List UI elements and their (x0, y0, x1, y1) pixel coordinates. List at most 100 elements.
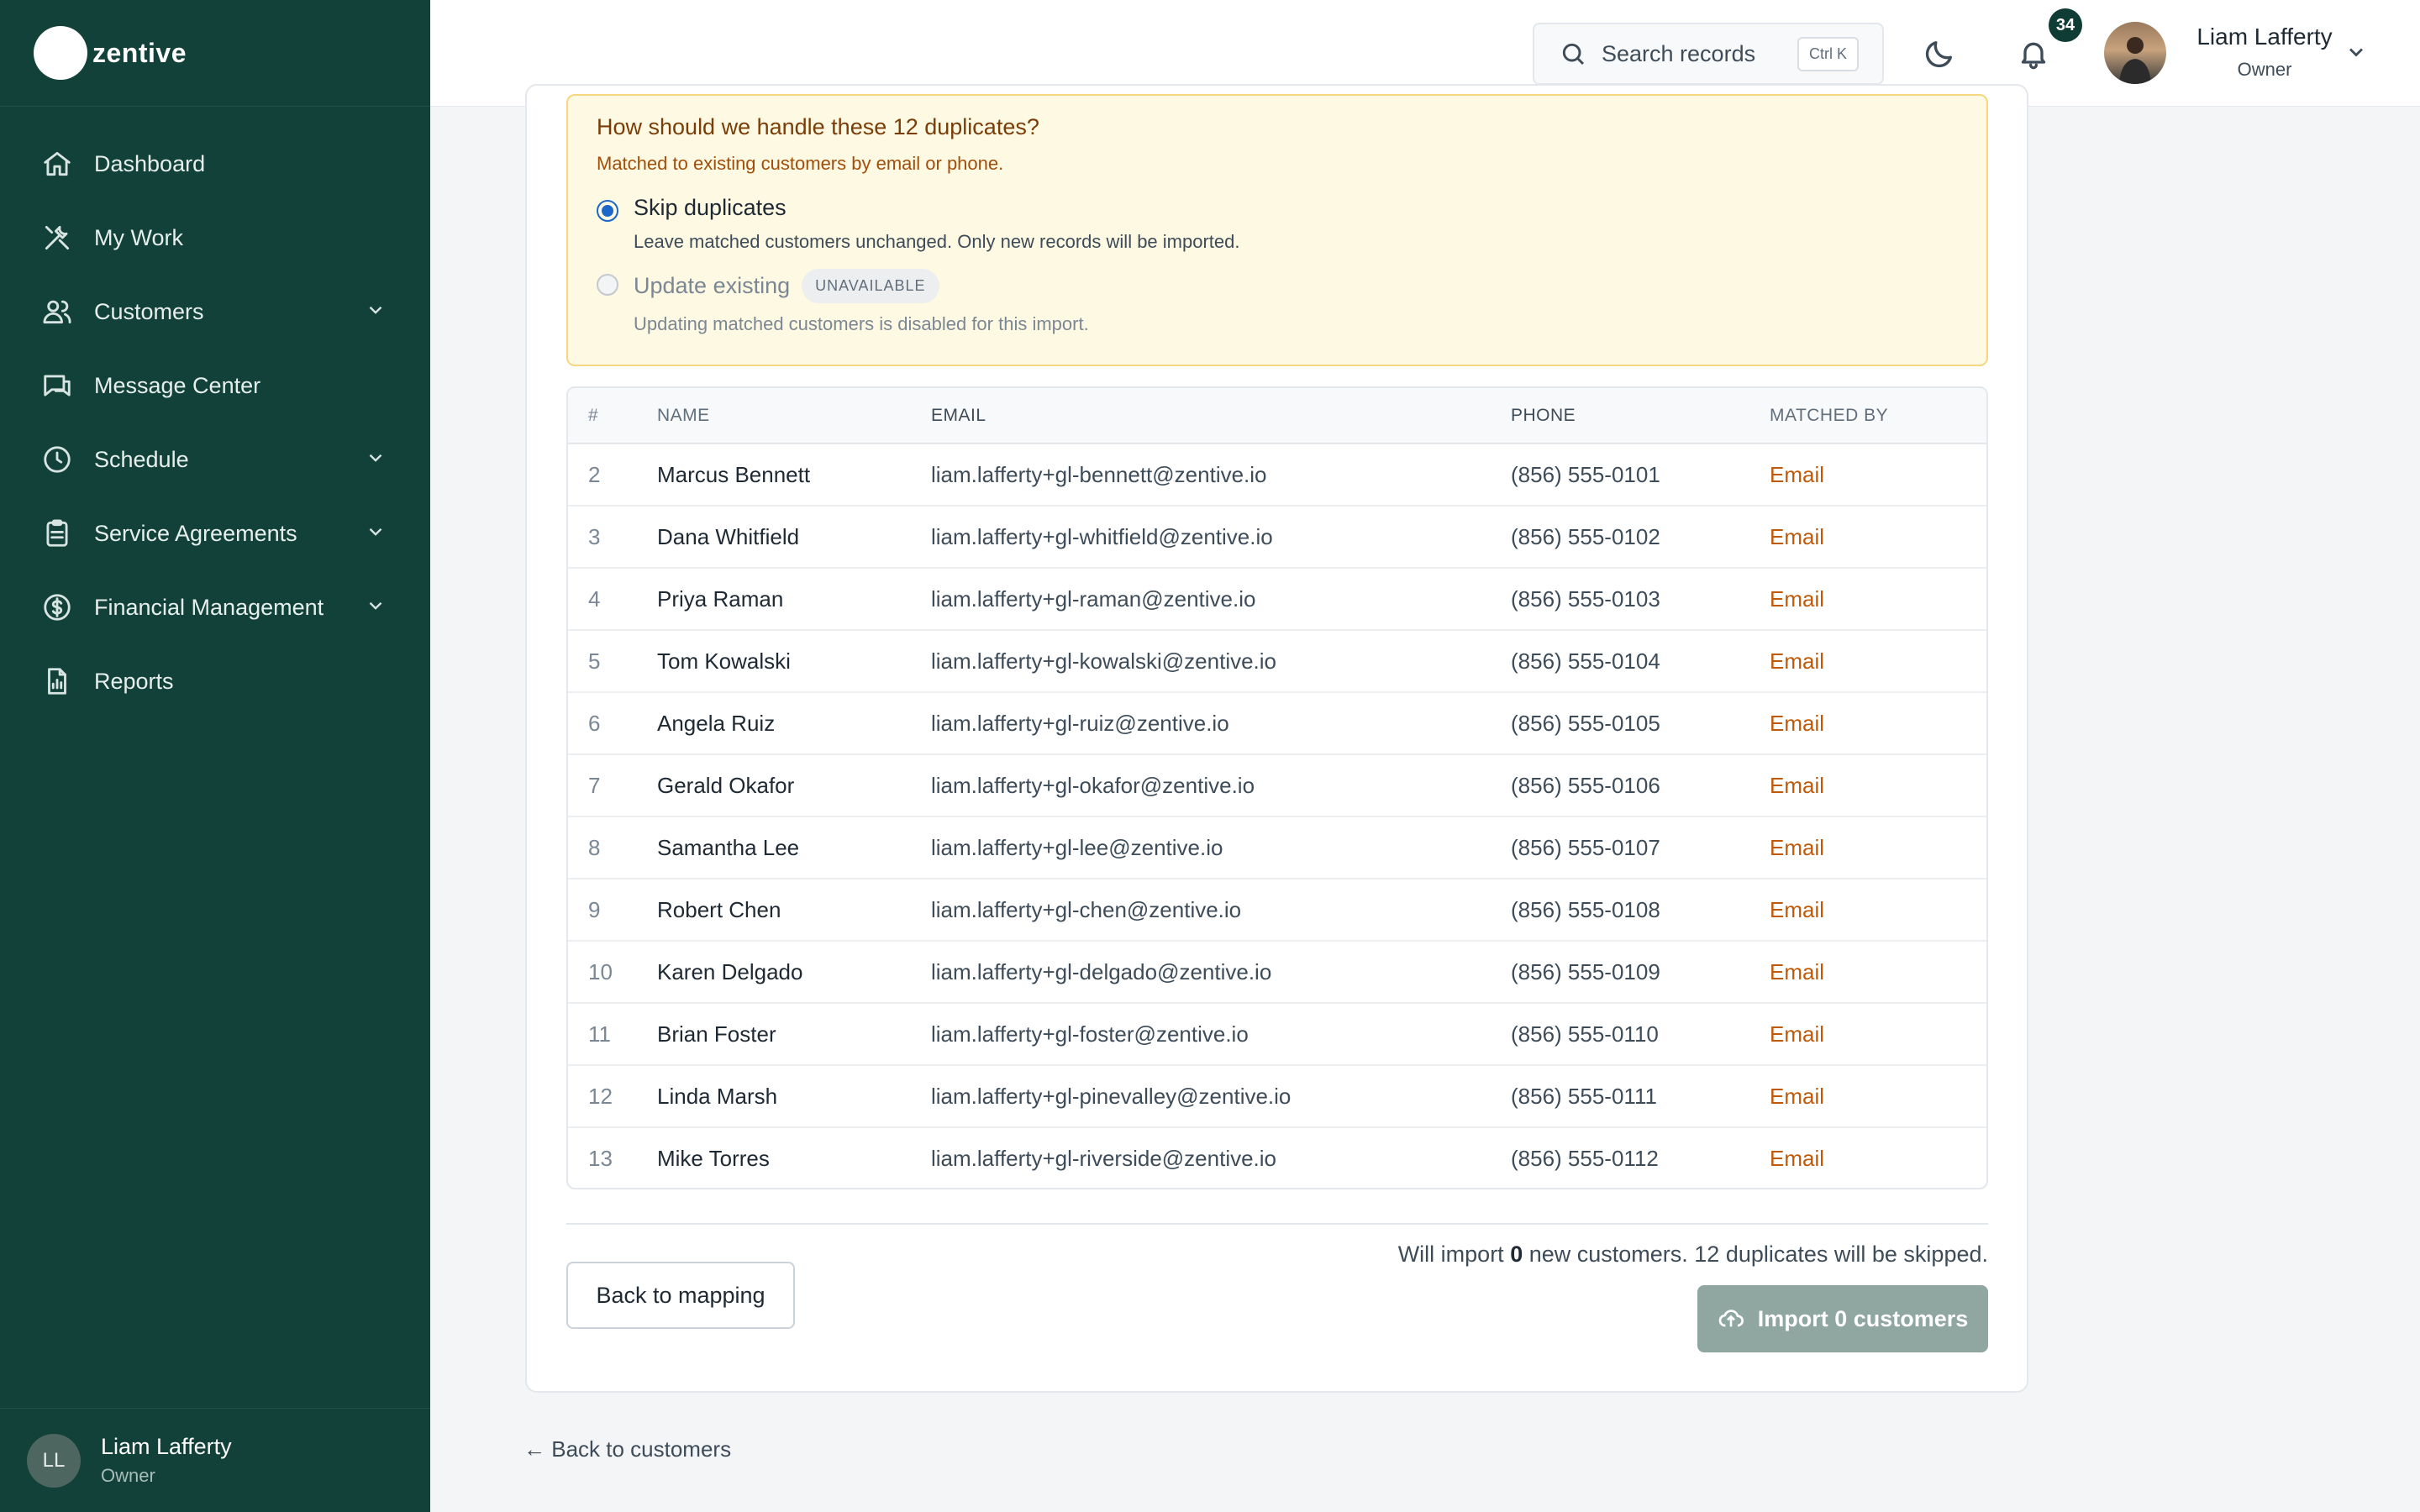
sidebar-item-label: Customers (94, 298, 204, 324)
sidebar: zentive Dashboard My Work Customers Message… (0, 0, 430, 1512)
row-name: Dana Whitfield (657, 523, 800, 549)
row-matched-by: Email (1770, 896, 1825, 922)
option-skip-duplicates[interactable]: Skip duplicates Leave matched customers … (597, 195, 1239, 253)
row-email: liam.lafferty+gl-ruiz@zentive.io (931, 710, 1229, 736)
table-row: 5 Tom Kowalski liam.lafferty+gl-kowalski@z… (568, 630, 1986, 692)
summary-count: 0 (1510, 1242, 1523, 1267)
row-matched-by: Email (1770, 1083, 1825, 1109)
dark-mode-toggle[interactable] (1919, 34, 1960, 74)
row-phone: (856) 555-0104 (1511, 648, 1660, 674)
duplicates-title: How should we handle these 12 duplicates… (597, 114, 1039, 139)
row-email: liam.lafferty+gl-raman@zentive.io (931, 585, 1256, 612)
row-phone: (856) 555-0101 (1511, 461, 1660, 487)
table-row: 13 Mike Torres liam.lafferty+gl-riverside@… (568, 1127, 1986, 1188)
table-row: 6 Angela Ruiz liam.lafferty+gl-ruiz@zentiv… (568, 692, 1986, 754)
duplicates-notice: How should we handle these 12 duplicates… (566, 94, 1988, 366)
row-number: 11 (588, 1021, 611, 1047)
users-icon (40, 295, 74, 328)
sidebar-item-label: My Work (94, 224, 183, 250)
topbar-user-name: Liam Lafferty (2196, 24, 2333, 50)
row-number: 2 (588, 461, 601, 487)
table-row: 11 Brian Foster liam.lafferty+gl-foster@ze… (568, 1003, 1986, 1065)
row-phone: (856) 555-0109 (1511, 958, 1660, 984)
row-email: liam.lafferty+gl-kowalski@zentive.io (931, 648, 1277, 674)
sidebar-item-dashboard[interactable]: Dashboard (0, 127, 430, 201)
radio-selected-dot (602, 205, 613, 217)
sidebar-item-financial-management[interactable]: Financial Management (0, 570, 430, 644)
user-initials-avatar: LL (27, 1433, 81, 1488)
row-number: 4 (588, 585, 601, 612)
search-box[interactable]: Search records Ctrl K (1533, 23, 1884, 85)
summary-prefix: Will import (1397, 1242, 1511, 1267)
sidebar-item-my-work[interactable]: My Work (0, 201, 430, 275)
option-update-existing: Update existing UNAVAILABLE Updating mat… (597, 269, 1089, 335)
row-email: liam.lafferty+gl-riverside@zentive.io (931, 1146, 1277, 1171)
user-avatar[interactable] (2104, 22, 2166, 84)
update-existing-radio (597, 274, 618, 296)
notifications-button[interactable] (2013, 34, 2054, 74)
unavailable-badge: UNAVAILABLE (802, 269, 939, 303)
sidebar-item-reports[interactable]: Reports (0, 644, 430, 718)
header-phone: PHONE (1511, 388, 1770, 444)
row-matched-by: Email (1770, 834, 1825, 860)
sidebar-nav: Dashboard My Work Customers Message Center S… (0, 107, 430, 718)
chevron-down-icon[interactable] (365, 299, 387, 325)
row-number: 10 (588, 958, 613, 984)
brand-logo[interactable]: zentive (0, 0, 430, 107)
table-row: 2 Marcus Bennett liam.lafferty+gl-bennett@… (568, 444, 1986, 506)
sidebar-user[interactable]: LL Liam Lafferty Owner (0, 1408, 430, 1512)
row-phone: (856) 555-0105 (1511, 710, 1660, 736)
row-number: 5 (588, 648, 601, 674)
duplicates-subtitle: Matched to existing customers by email o… (597, 153, 1004, 174)
row-phone: (856) 555-0111 (1511, 1083, 1657, 1109)
chevron-down-icon (2349, 48, 2363, 57)
sidebar-user-role: Owner (101, 1465, 155, 1486)
header-email: EMAIL (931, 388, 1511, 444)
sidebar-item-label: Dashboard (94, 150, 206, 176)
sidebar-item-message-center[interactable]: Message Center (0, 349, 430, 423)
row-phone: (856) 555-0110 (1511, 1021, 1659, 1047)
sidebar-item-label: Message Center (94, 372, 261, 398)
sidebar-item-service-agreements[interactable]: Service Agreements (0, 496, 430, 570)
search-placeholder: Search records (1602, 40, 1756, 66)
row-matched-by: Email (1770, 958, 1825, 984)
import-button-label: Import 0 customers (1757, 1305, 1969, 1331)
table-row: 8 Samantha Lee liam.lafferty+gl-lee@zentiv… (568, 816, 1986, 879)
summary-suffix: new customers. 12 duplicates will be ski… (1523, 1242, 1988, 1267)
sidebar-item-customers[interactable]: Customers (0, 275, 430, 349)
sidebar-item-label: Schedule (94, 446, 189, 472)
clock-icon (40, 443, 74, 476)
row-phone: (856) 555-0106 (1511, 772, 1660, 798)
row-name: Karen Delgado (657, 958, 803, 984)
import-customers-button[interactable]: Import 0 customers (1697, 1285, 1988, 1352)
sidebar-item-label: Reports (94, 668, 174, 694)
row-name: Mike Torres (657, 1146, 770, 1171)
row-email: liam.lafferty+gl-foster@zentive.io (931, 1021, 1249, 1047)
row-matched-by: Email (1770, 461, 1825, 487)
skip-duplicates-radio[interactable] (597, 200, 618, 222)
sidebar-user-name: Liam Lafferty (101, 1434, 232, 1459)
row-email: liam.lafferty+gl-chen@zentive.io (931, 896, 1242, 922)
dollar-icon (40, 591, 74, 624)
row-email: liam.lafferty+gl-okafor@zentive.io (931, 772, 1255, 798)
chevron-down-icon[interactable] (365, 595, 387, 621)
row-matched-by: Email (1770, 1021, 1825, 1047)
row-name: Robert Chen (657, 896, 781, 922)
user-menu-toggle[interactable] (2344, 40, 2368, 68)
user-menu[interactable]: Liam Lafferty Owner (2185, 24, 2344, 81)
row-name: Angela Ruiz (657, 710, 776, 736)
table-row: 9 Robert Chen liam.lafferty+gl-chen@zentiv… (568, 879, 1986, 941)
footer-divider (566, 1223, 1988, 1225)
chevron-down-icon[interactable] (365, 447, 387, 473)
table-row: 10 Karen Delgado liam.lafferty+gl-delgado@… (568, 941, 1986, 1003)
sidebar-item-schedule[interactable]: Schedule (0, 423, 430, 496)
moon-icon (1925, 41, 1952, 68)
tools-icon (40, 221, 74, 255)
row-matched-by: Email (1770, 710, 1825, 736)
chevron-down-icon[interactable] (365, 521, 387, 547)
back-to-mapping-button[interactable]: Back to mapping (566, 1262, 795, 1329)
back-to-customers-link[interactable]: ← Back to customers (523, 1436, 731, 1462)
row-matched-by: Email (1770, 523, 1825, 549)
row-number: 7 (588, 772, 601, 798)
row-number: 3 (588, 523, 601, 549)
